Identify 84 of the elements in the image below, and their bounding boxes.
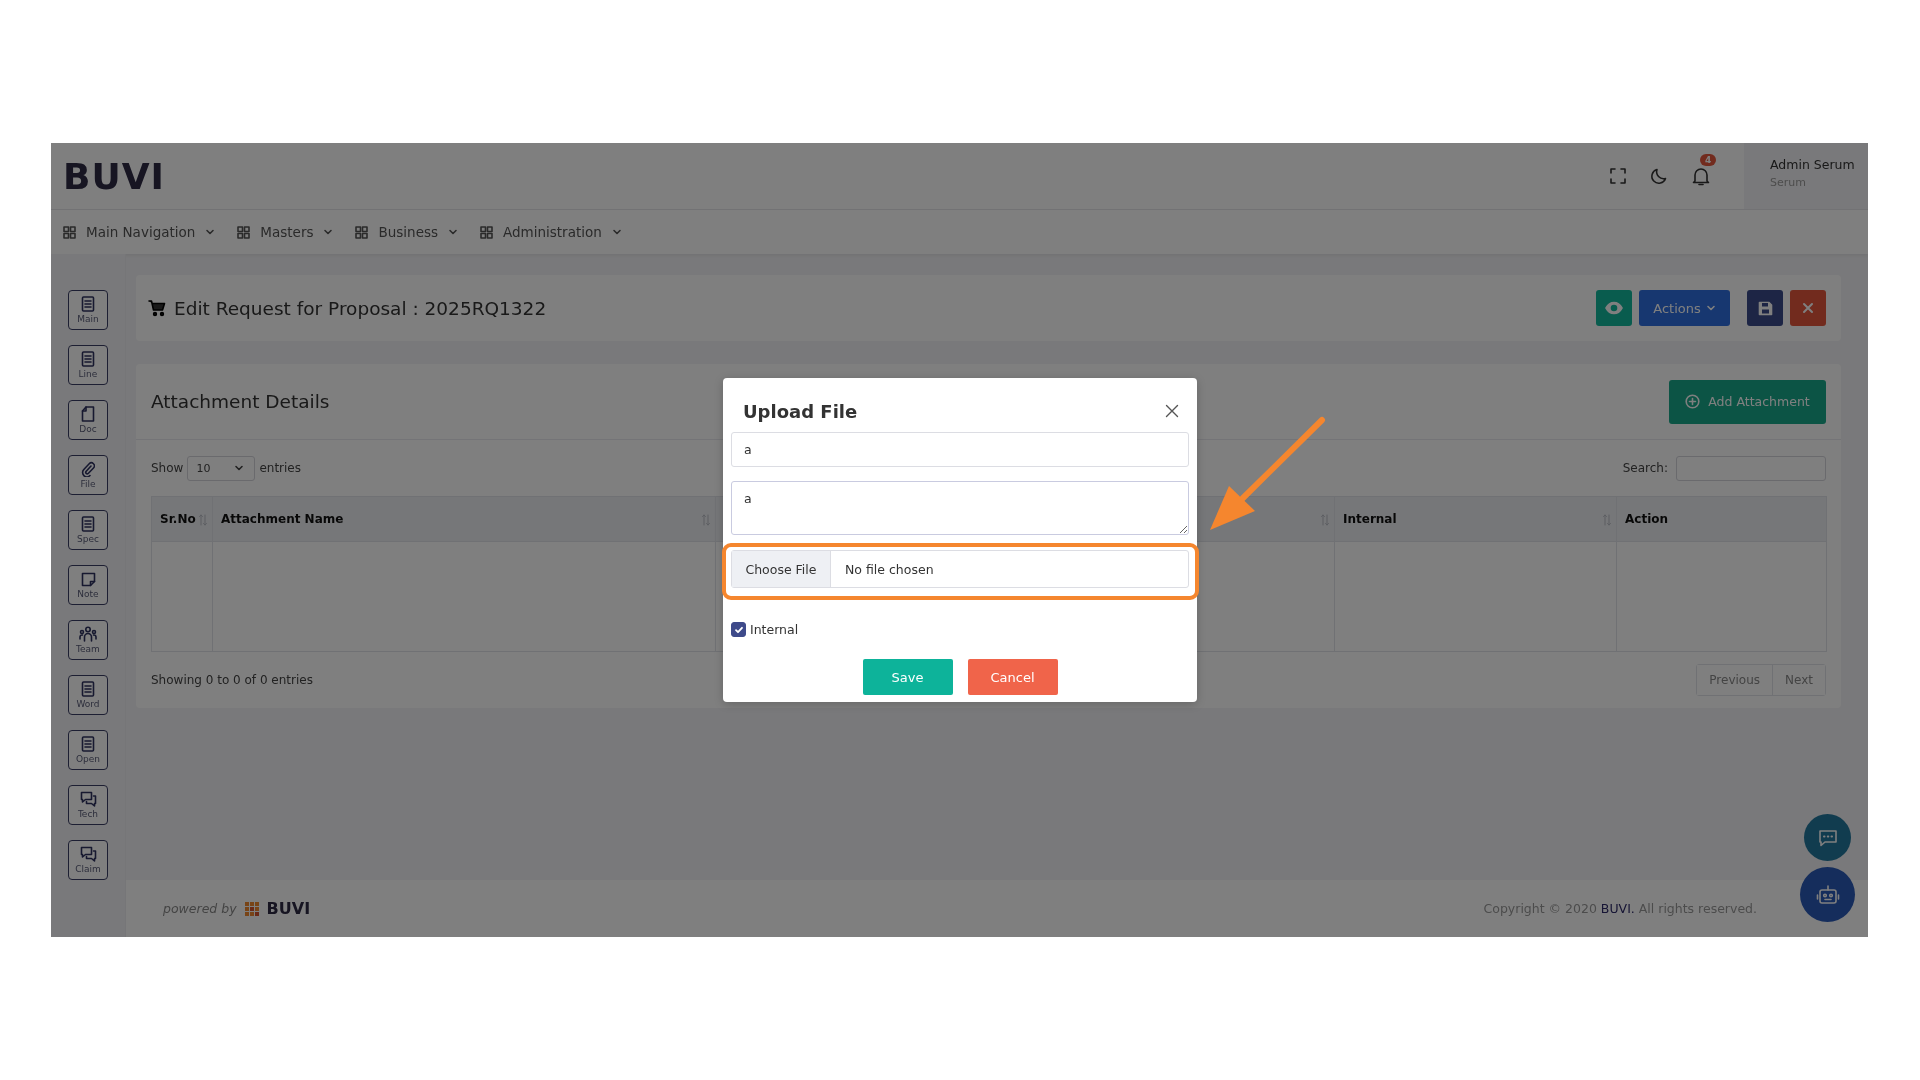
sort-icon: [198, 513, 208, 527]
document-icon: [81, 736, 95, 752]
column-header: Internal: [1334, 496, 1617, 542]
view-button[interactable]: [1596, 290, 1632, 326]
document-icon: [81, 516, 95, 532]
table-info: Showing 0 to 0 of 0 entries: [151, 673, 313, 687]
page-title: Edit Request for Proposal : 2025RQ1322: [174, 297, 548, 319]
document-icon: [81, 351, 95, 367]
sidebar-button[interactable]: Spec: [68, 510, 108, 550]
page-size-select[interactable]: 10: [187, 455, 256, 481]
sidebar-button[interactable]: Word: [68, 675, 108, 715]
robot-icon: [1815, 883, 1840, 906]
actions-button[interactable]: Actions: [1639, 290, 1730, 326]
people-icon: [79, 626, 97, 642]
sort-icon: [1320, 513, 1330, 527]
search-label: Search:: [1622, 461, 1668, 475]
document-icon: [81, 681, 95, 697]
chevron-down-icon: [611, 227, 622, 237]
name-field[interactable]: a: [731, 432, 1189, 467]
chevron-down-icon: [234, 463, 245, 473]
sidebar-button[interactable]: Claim: [68, 840, 108, 880]
document-icon: [81, 296, 95, 312]
grid-icon: [63, 225, 76, 239]
save-button[interactable]: Save: [862, 659, 953, 695]
sidebar-button[interactable]: Team: [68, 620, 108, 660]
chevron-down-icon: [323, 227, 334, 237]
sidebar-button[interactable]: Line: [68, 345, 108, 385]
close-icon: [1802, 302, 1814, 314]
column-header: Sr.No: [151, 496, 213, 542]
nav-menu-item[interactable]: Business: [355, 224, 458, 240]
sidebar-button[interactable]: Note: [68, 565, 108, 605]
internal-checkbox[interactable]: [731, 622, 746, 637]
close-button[interactable]: [1165, 404, 1179, 418]
chevron-down-icon: [205, 227, 216, 237]
moon-icon[interactable]: [1650, 167, 1668, 185]
note-icon: [80, 571, 96, 587]
description-field[interactable]: a: [731, 481, 1189, 535]
chevron-down-icon: [1705, 303, 1716, 313]
modal-title: Upload File: [743, 400, 858, 422]
add-attachment-button[interactable]: Add Attachment: [1669, 379, 1826, 424]
column-header: Attachment Name: [212, 496, 716, 542]
brand-link[interactable]: BUVI.: [1600, 901, 1635, 916]
sidebar-button[interactable]: Tech: [68, 785, 108, 825]
chat-button[interactable]: [1804, 814, 1851, 861]
save-button[interactable]: [1747, 290, 1783, 326]
cart-icon: [148, 299, 166, 317]
sidebar-button[interactable]: File: [68, 455, 108, 495]
sidebar-button[interactable]: Main: [68, 290, 108, 330]
sidebar-button[interactable]: Doc: [68, 400, 108, 440]
show-label: Show: [151, 461, 184, 475]
chat-bubbles-icon: [79, 791, 97, 807]
file-input[interactable]: Choose File No file chosen: [731, 550, 1189, 588]
grid-icon: [237, 225, 251, 239]
fullscreen-icon[interactable]: [1610, 168, 1626, 184]
checkbox-label: Internal: [750, 622, 799, 637]
grid-icon: [355, 225, 369, 239]
message-icon: [1817, 828, 1838, 847]
entries-label: entries: [259, 461, 301, 475]
page-icon: [81, 406, 95, 422]
sidebar-button[interactable]: Open: [68, 730, 108, 770]
column-header: Action: [1616, 496, 1827, 542]
eye-icon: [1605, 301, 1623, 315]
nav-menu-item[interactable]: Administration: [480, 224, 622, 240]
logo: BUVI: [63, 155, 165, 197]
footer-logo: BUVI: [266, 899, 311, 918]
sort-icon: [701, 513, 711, 527]
cancel-button[interactable]: Cancel: [967, 659, 1058, 695]
chat-bubbles-icon: [79, 846, 97, 862]
notification-badge: 4: [1700, 154, 1717, 166]
chevron-down-icon: [448, 227, 458, 237]
plus-circle-icon: [1685, 394, 1701, 409]
nav-menu-item[interactable]: Main Navigation: [63, 224, 216, 240]
powered-by-text: powered by: [163, 901, 237, 916]
pager-button[interactable]: Next: [1772, 665, 1825, 695]
grid-icon: [480, 225, 493, 239]
check-icon: [733, 624, 744, 635]
sort-icon: [1602, 513, 1612, 527]
bell-icon[interactable]: [1692, 166, 1710, 186]
card-title: Attachment Details: [151, 391, 330, 412]
paperclip-icon: [81, 461, 95, 477]
nav-menu-item[interactable]: Masters: [237, 224, 334, 240]
close-icon: [1165, 404, 1179, 418]
grid-logo-icon: [244, 901, 259, 916]
user-name: Admin Serum: [1770, 157, 1856, 172]
